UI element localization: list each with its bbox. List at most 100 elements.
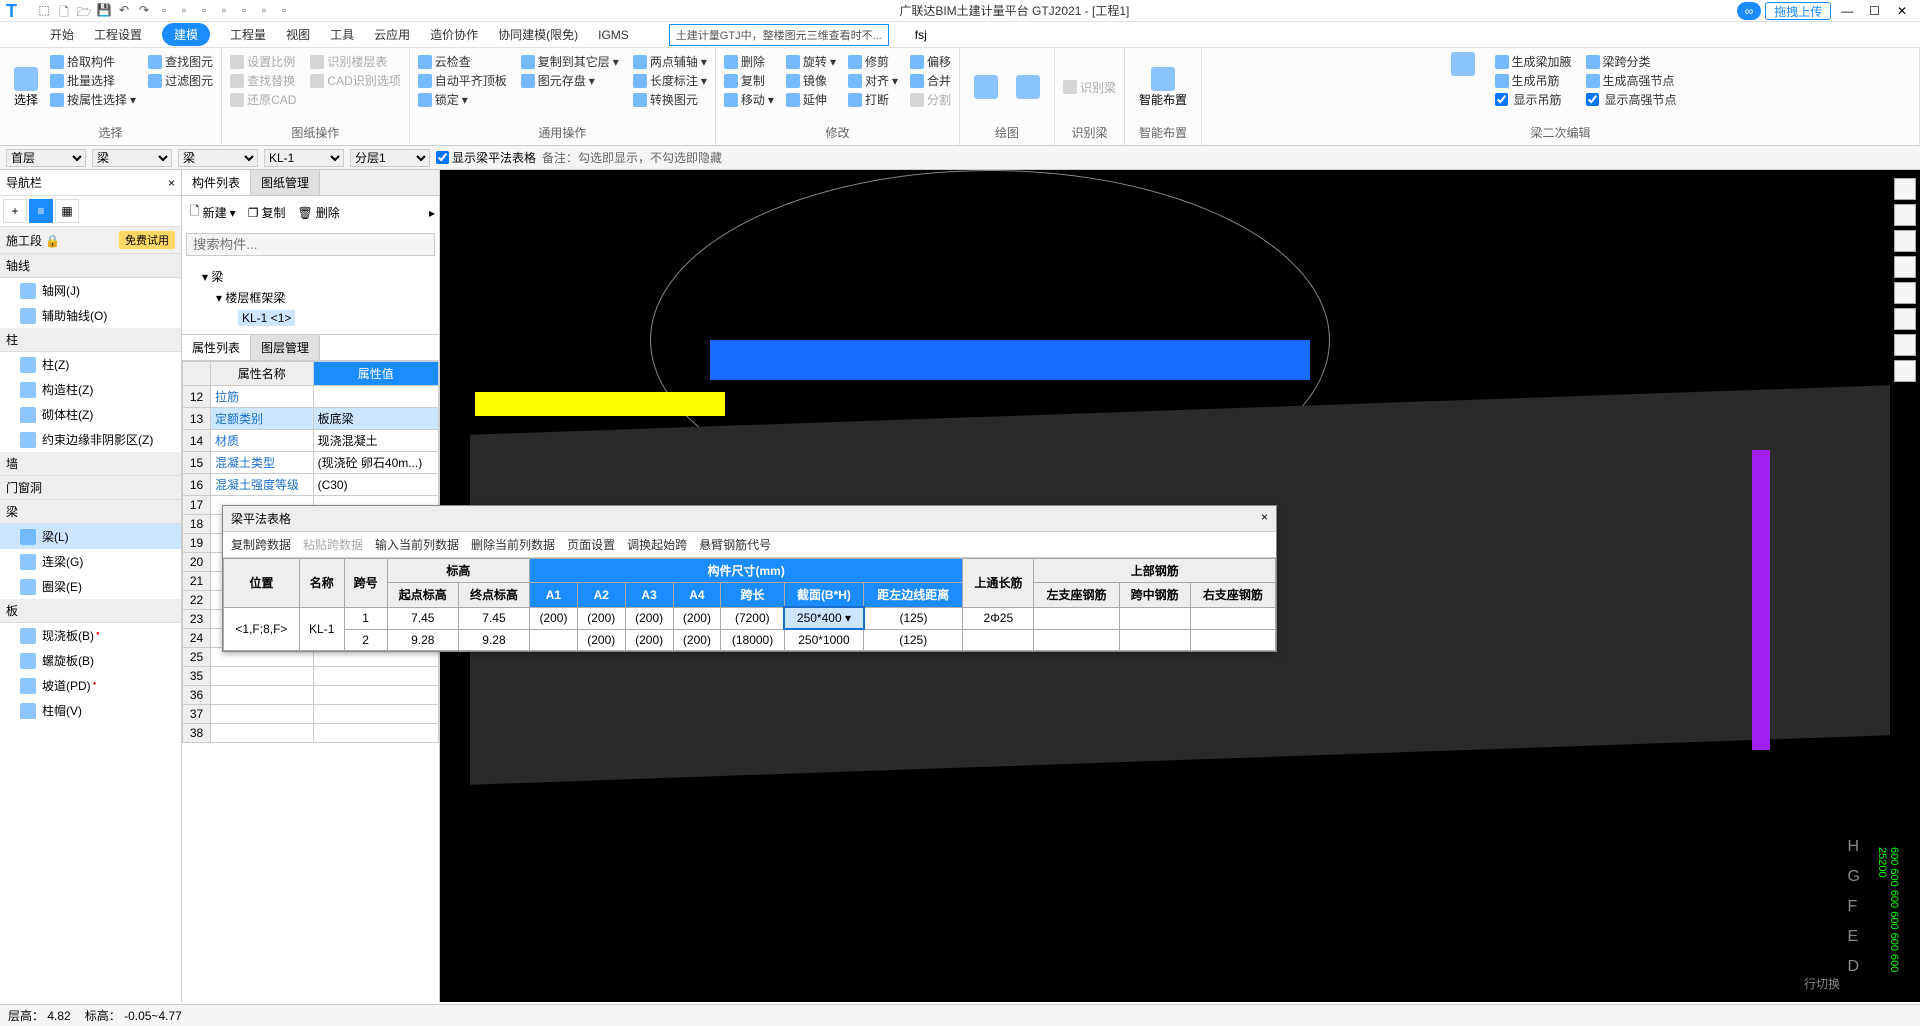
cat-slab[interactable]: 板 [0,599,181,623]
navitem-castslab[interactable]: 现浇板(B) [0,623,181,648]
view-tool-icon[interactable] [1894,282,1916,304]
view-tool-icon[interactable] [1894,230,1916,252]
cloud-icon[interactable]: ∞ [1737,2,1762,20]
navitem-boundary[interactable]: 约束边缘非阴影区(Z) [0,427,181,452]
cat-column[interactable]: 柱 [0,328,181,352]
gen-hanger[interactable]: 生成吊筋 [1493,71,1574,90]
tree-item[interactable]: KL-1 <1> [188,308,433,328]
filter-element[interactable]: 过滤图元 [146,71,215,90]
trim[interactable]: 修剪 [846,52,900,71]
component-select[interactable]: KL-1 [264,149,344,167]
view-tool-icon[interactable] [1894,334,1916,356]
rotate[interactable]: 旋转 ▾ [784,52,838,71]
tab-complist[interactable]: 构件列表 [182,170,251,195]
maximize-button[interactable]: ☐ [1863,4,1887,18]
tab-proplist[interactable]: 属性列表 [182,335,251,360]
delete[interactable]: 删除 [722,52,776,71]
delete-col-data[interactable]: 删除当前列数据 [471,536,555,553]
mirror[interactable]: 镜像 [784,71,838,90]
navitem-colcap[interactable]: 柱帽(V) [0,698,181,723]
delete-button[interactable]: 🗑 删除 [293,202,343,223]
beam-table-panel[interactable]: 梁平法表格 × 复制跨数据 粘贴跨数据 输入当前列数据 删除当前列数据 页面设置… [222,505,1277,652]
span-classify[interactable]: 梁跨分类 [1584,52,1679,71]
swap-start-span[interactable]: 调换起始跨 [627,536,687,553]
close-button[interactable]: ✕ [1890,4,1914,18]
tree-lvl2[interactable]: ▾ 楼层框架梁 [188,287,433,308]
category2-select[interactable]: 梁 [178,149,258,167]
username[interactable]: fsj [915,28,927,42]
section-cell-editing[interactable]: 250*400 ▾ [784,607,863,629]
prop-name[interactable]: 拉筋 [211,386,314,408]
qat-icon[interactable]: ▫ [256,3,272,19]
search-input[interactable] [186,233,435,256]
tab-layermgr[interactable]: 图层管理 [251,335,320,360]
upload-button[interactable]: 拖拽上传 [1765,2,1831,20]
view-tool-icon[interactable] [1894,178,1916,200]
cloud-check[interactable]: 云检查 [416,52,509,71]
merge[interactable]: 合并 [908,71,953,90]
view-tool-icon[interactable] [1894,308,1916,330]
prop-name[interactable]: 混凝土强度等级 [211,474,314,496]
draw-line[interactable] [966,52,1006,122]
page-setup[interactable]: 页面设置 [567,536,615,553]
category-select[interactable]: 梁 [92,149,172,167]
navitem-ring-beam[interactable]: 圈梁(E) [0,574,181,599]
menu-cloud[interactable]: 云应用 [374,26,410,43]
pick-component[interactable]: 拾取构件 [48,52,138,71]
panel-close-icon[interactable]: × [1261,510,1268,527]
qat-icon[interactable]: ▫ [276,3,292,19]
menu-quantity[interactable]: 工程量 [230,26,266,43]
qat-icon[interactable]: ▫ [156,3,172,19]
element-save[interactable]: 图元存盘 ▾ [519,71,621,90]
qat-icon[interactable]: ▫ [196,3,212,19]
move[interactable]: 移动 ▾ [722,90,776,109]
menu-view[interactable]: 视图 [286,26,310,43]
input-col-data[interactable]: 输入当前列数据 [375,536,459,553]
menu-collab[interactable]: 协同建模(限免) [498,26,578,43]
menu-tool[interactable]: 工具 [330,26,354,43]
cat-wall[interactable]: 墙 [0,452,181,476]
cat-door[interactable]: 门窗洞 [0,476,181,500]
menu-settings[interactable]: 工程设置 [94,26,142,43]
menu-model[interactable]: 建模 [162,23,210,46]
show-joint[interactable]: 显示高强节点 [1584,90,1679,109]
copy-span-data[interactable]: 复制跨数据 [231,536,291,553]
cantilever-code[interactable]: 悬臂钢筋代号 [699,536,771,553]
extend[interactable]: 延伸 [784,90,838,109]
menu-igms[interactable]: IGMS [598,28,629,42]
show-table-checkbox[interactable]: 显示梁平法表格 [436,149,536,166]
menu-price[interactable]: 造价协作 [430,26,478,43]
view-tool-icon[interactable] [1894,360,1916,382]
view-tool-icon[interactable] [1894,204,1916,226]
new-button[interactable]: 🗋 新建 ▾ [186,200,240,225]
qat-icon[interactable]: ▫ [236,3,252,19]
qat-icon[interactable]: ↶ [116,3,132,19]
qat-icon[interactable]: ↷ [136,3,152,19]
qat-icon[interactable]: 💾 [96,3,112,19]
navitem-grid[interactable]: 轴网(J) [0,278,181,303]
navitem-ramp[interactable]: 坡道(PD) [0,673,181,698]
copy-to-floor[interactable]: 复制到其它层 ▾ [519,52,621,71]
gen-joint[interactable]: 生成高强节点 [1584,71,1679,90]
select-by-attr[interactable]: 按属性选择 ▾ [48,90,138,109]
qat-icon[interactable]: ⬚ [36,3,52,19]
draw-rect[interactable] [1008,52,1048,122]
offset[interactable]: 偏移 [908,52,953,71]
align[interactable]: 对齐 ▾ [846,71,900,90]
edit-icon[interactable] [1443,52,1483,76]
tab-drawings[interactable]: 图纸管理 [251,170,320,195]
navitem-auxaxis[interactable]: 辅助轴线(O) [0,303,181,328]
layer-select[interactable]: 分层1 [350,149,430,167]
view-switch[interactable]: 行切换 [1804,975,1840,992]
break[interactable]: 打断 [846,90,900,109]
qat-icon[interactable]: ▫ [176,3,192,19]
nav-grid-icon[interactable]: ▦ [55,199,79,223]
navitem-beam[interactable]: 梁(L) [0,524,181,549]
smart-layout[interactable]: 智能布置 [1131,67,1195,108]
prop-name[interactable]: 混凝土类型 [211,452,314,474]
minimize-button[interactable]: — [1835,4,1859,18]
tree-root[interactable]: ▾ 梁 [188,266,433,287]
copy[interactable]: 复制 [722,71,776,90]
more-icon[interactable]: ▸ [429,206,435,220]
nav-add-icon[interactable]: + [3,199,27,223]
